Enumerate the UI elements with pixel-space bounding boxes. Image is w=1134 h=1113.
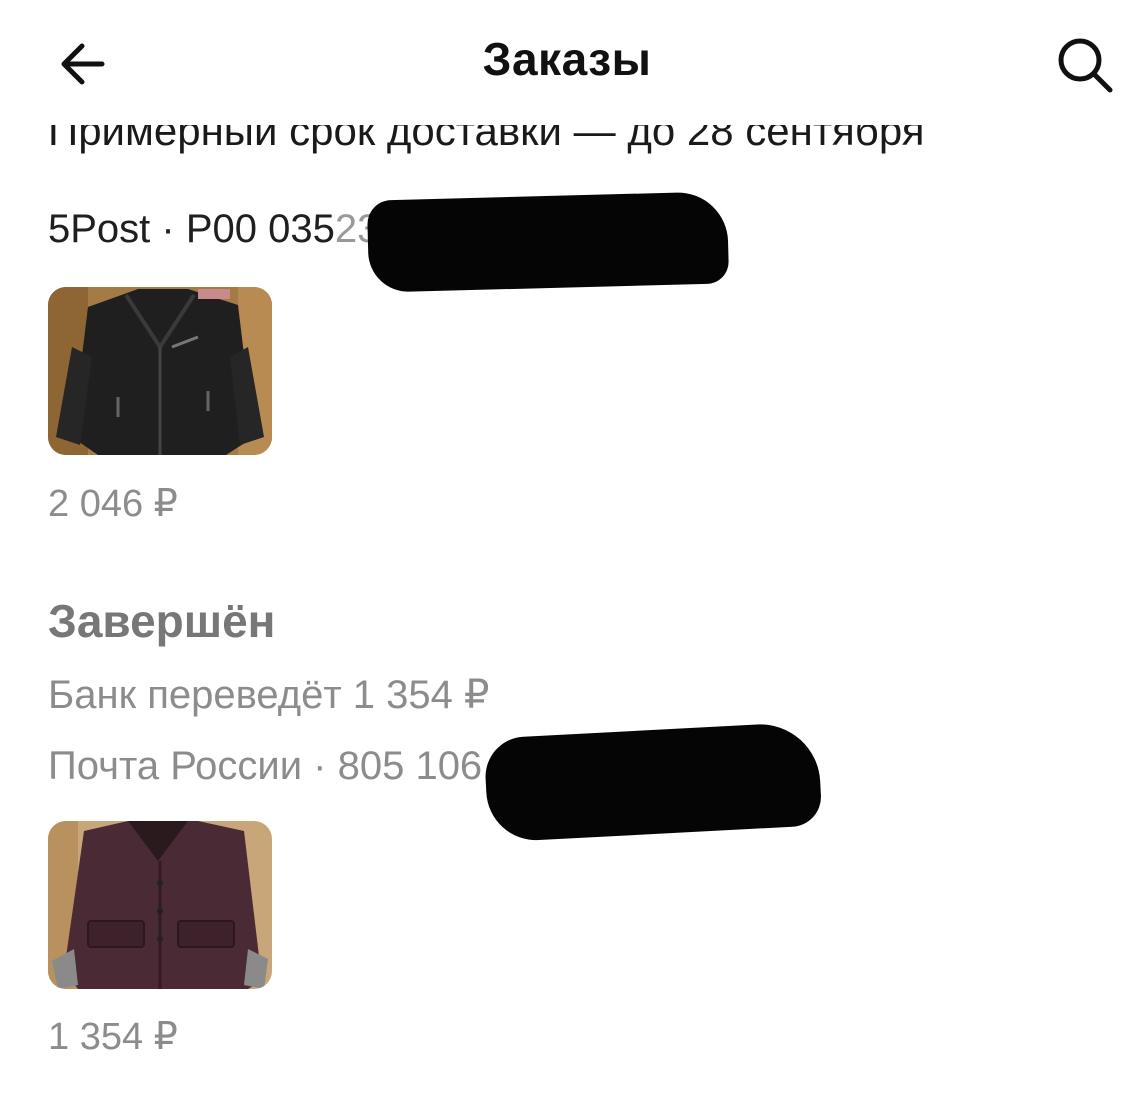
order-item-thumbnail[interactable]: [48, 287, 272, 455]
delivery-estimate: Примерный срок доставки — до 28 сентября: [48, 125, 925, 154]
burgundy-parka-jacket-image: [48, 821, 272, 989]
order-item-thumbnail[interactable]: [48, 821, 272, 989]
search-icon: [1058, 38, 1113, 93]
page-title: Заказы: [482, 33, 652, 85]
redaction-mark: [483, 721, 823, 843]
black-leather-jacket-image: [48, 287, 272, 455]
orders-list[interactable]: Примерный срок доставки — до 28 сентября…: [0, 0, 1134, 1113]
payout-info: Банк переведёт 1 354 ₽: [48, 673, 490, 717]
order-status: Завершён: [48, 595, 276, 647]
tracking-prefix: Почта России · 805 1: [48, 744, 438, 788]
order-price: 1 354 ₽: [48, 1016, 178, 1058]
app-header: Заказы: [0, 0, 1134, 125]
tracking-prefix: 5Post · P00 035: [48, 207, 335, 251]
order-price: 2 046 ₽: [48, 483, 178, 525]
redaction-mark: [366, 191, 730, 293]
search-button[interactable]: [1050, 30, 1116, 96]
